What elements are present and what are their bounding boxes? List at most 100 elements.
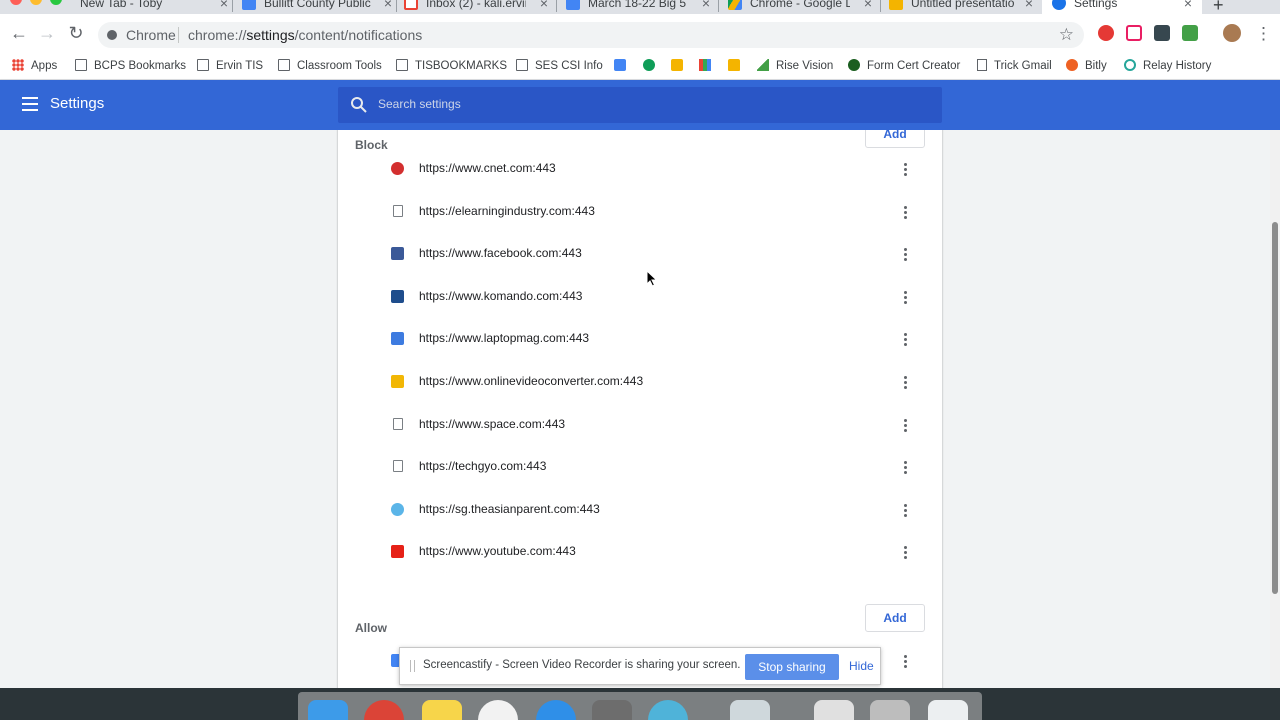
- bookmark-rise-vision[interactable]: Rise Vision: [757, 56, 833, 76]
- drag-handle-icon[interactable]: [410, 660, 415, 672]
- blocked-site-row[interactable]: https://www.cnet.com:443: [338, 148, 942, 191]
- bitly-icon: [1066, 59, 1078, 71]
- settings-header: Settings Search settings: [0, 80, 1280, 130]
- photos-icon[interactable]: [478, 700, 518, 720]
- site-url: https://www.facebook.com:443: [419, 246, 582, 261]
- sharing-message: Screencastify - Screen Video Recorder is…: [423, 659, 741, 671]
- search-input[interactable]: Search settings: [338, 87, 942, 123]
- more-actions-button[interactable]: [896, 202, 914, 222]
- blocked-site-row[interactable]: https://www.youtube.com:443: [338, 531, 942, 574]
- app-icon[interactable]: [648, 700, 688, 720]
- notes-icon[interactable]: [422, 700, 462, 720]
- close-icon[interactable]: ×: [384, 0, 392, 10]
- preview-icon[interactable]: [730, 700, 770, 720]
- finder-icon[interactable]: [308, 700, 348, 720]
- url-text: chrome://settings/content/notifications: [188, 27, 423, 43]
- system-preferences-icon[interactable]: [592, 700, 632, 720]
- more-actions-button[interactable]: [896, 159, 914, 179]
- tab-settings[interactable]: Settings ×: [1042, 0, 1202, 14]
- close-window-button[interactable]: [10, 0, 22, 5]
- window-thumbnail-icon[interactable]: [814, 700, 854, 720]
- page-scrollbar[interactable]: [1270, 130, 1280, 688]
- extension-icon[interactable]: [1154, 25, 1170, 41]
- folder-icon: [516, 59, 528, 71]
- blocked-site-row[interactable]: https://elearningindustry.com:443: [338, 191, 942, 234]
- tab-inbox[interactable]: Inbox (2) - kali.ervin@ ×: [404, 0, 548, 14]
- bookmark-bitly[interactable]: Bitly: [1066, 56, 1107, 76]
- window-thumbnail-icon[interactable]: [870, 700, 910, 720]
- bookmark-classroom-tools[interactable]: Classroom Tools: [278, 56, 382, 76]
- blocked-site-row[interactable]: https://www.komando.com:443: [338, 276, 942, 319]
- screencastify-icon[interactable]: [1126, 25, 1142, 41]
- bookmark-hangouts[interactable]: [643, 56, 662, 76]
- avatar[interactable]: [1223, 24, 1241, 42]
- bookmark-bcps[interactable]: BCPS Bookmarks: [75, 56, 186, 76]
- macos-dock: [298, 692, 982, 720]
- new-tab-button[interactable]: +: [1213, 0, 1233, 14]
- address-bar[interactable]: Chrome chrome://settings/content/notific…: [98, 22, 1084, 48]
- minimize-window-button[interactable]: [30, 0, 42, 5]
- bookmark-ses-csi[interactable]: SES CSI Info: [516, 56, 603, 76]
- safari-icon[interactable]: [536, 700, 576, 720]
- close-icon[interactable]: ×: [1184, 0, 1192, 10]
- bookmark-grid[interactable]: [699, 56, 718, 76]
- laptopmag-icon: [391, 332, 404, 346]
- hide-button[interactable]: Hide: [849, 659, 874, 673]
- bookmark-calendar[interactable]: [614, 56, 633, 76]
- tab-google-drive[interactable]: Chrome - Google Dri ×: [728, 0, 872, 14]
- allow-add-button[interactable]: Add: [865, 604, 925, 632]
- block-add-button[interactable]: Add: [865, 130, 925, 148]
- blocked-site-row[interactable]: https://www.laptopmag.com:443: [338, 318, 942, 361]
- bookmark-trick-gmail[interactable]: Trick Gmail: [977, 56, 1052, 76]
- blocked-site-row[interactable]: https://www.facebook.com:443: [338, 233, 942, 276]
- tab-new-tab-toby[interactable]: New Tab - Toby ×: [58, 0, 228, 14]
- bookmark-keep[interactable]: [671, 56, 690, 76]
- more-actions-button[interactable]: [896, 500, 914, 520]
- more-actions-button[interactable]: [896, 415, 914, 435]
- scrollbar-thumb[interactable]: [1272, 222, 1278, 594]
- bookmark-star-icon[interactable]: ☆: [1059, 22, 1074, 48]
- bookmark-apps[interactable]: Apps: [12, 56, 57, 76]
- bookmark-relay-history[interactable]: Relay History: [1124, 56, 1211, 76]
- tab-untitled-presentation[interactable]: Untitled presentation ×: [889, 0, 1033, 14]
- close-icon[interactable]: ×: [220, 0, 228, 10]
- bookmark-tisbookmarks[interactable]: TISBOOKMARKS: [396, 56, 507, 76]
- tab-label: Inbox (2) - kali.ervin@: [426, 0, 526, 10]
- close-icon[interactable]: ×: [540, 0, 548, 10]
- extension-icon[interactable]: [1098, 25, 1114, 41]
- close-icon[interactable]: ×: [864, 0, 872, 10]
- back-button[interactable]: ←: [8, 22, 30, 44]
- bookmark-form-cert-creator[interactable]: Form Cert Creator: [848, 56, 960, 76]
- tab-bullitt-county[interactable]: Bullitt County Public ×: [242, 0, 392, 14]
- blocked-site-row[interactable]: https://techgyo.com:443: [338, 446, 942, 489]
- blocked-site-row[interactable]: https://www.space.com:443: [338, 404, 942, 447]
- stop-sharing-button[interactable]: Stop sharing: [745, 654, 839, 680]
- more-actions-button[interactable]: [896, 244, 914, 264]
- folder-icon: [278, 59, 290, 71]
- chrome-app-icon[interactable]: [364, 700, 404, 720]
- forward-button[interactable]: →: [36, 22, 58, 44]
- bookmark-lock[interactable]: [728, 56, 747, 76]
- trash-icon[interactable]: [928, 700, 968, 720]
- reload-button[interactable]: ↻: [65, 22, 87, 44]
- close-icon[interactable]: ×: [702, 0, 710, 10]
- more-actions-button[interactable]: [896, 372, 914, 392]
- rise-vision-icon: [757, 59, 769, 71]
- more-actions-button[interactable]: [896, 542, 914, 562]
- more-vert-icon: [904, 418, 907, 432]
- gear-icon: [1052, 0, 1066, 10]
- gmail-icon: [404, 0, 418, 10]
- blocked-site-row[interactable]: https://www.onlinevideoconverter.com:443: [338, 361, 942, 404]
- more-actions-button[interactable]: [896, 457, 914, 477]
- more-actions-button[interactable]: [896, 651, 914, 671]
- hangouts-icon: [643, 59, 655, 71]
- hamburger-menu-icon[interactable]: [22, 97, 38, 111]
- chrome-menu-icon[interactable]: ⋮: [1255, 24, 1272, 44]
- tab-march-big5[interactable]: March 18-22 Big 5 - ×: [566, 0, 710, 14]
- blocked-site-row[interactable]: https://sg.theasianparent.com:443: [338, 489, 942, 532]
- close-icon[interactable]: ×: [1025, 0, 1033, 10]
- bookmark-ervin-tis[interactable]: Ervin TIS: [197, 56, 263, 76]
- more-actions-button[interactable]: [896, 329, 914, 349]
- more-actions-button[interactable]: [896, 287, 914, 307]
- extension-icon[interactable]: [1182, 25, 1198, 41]
